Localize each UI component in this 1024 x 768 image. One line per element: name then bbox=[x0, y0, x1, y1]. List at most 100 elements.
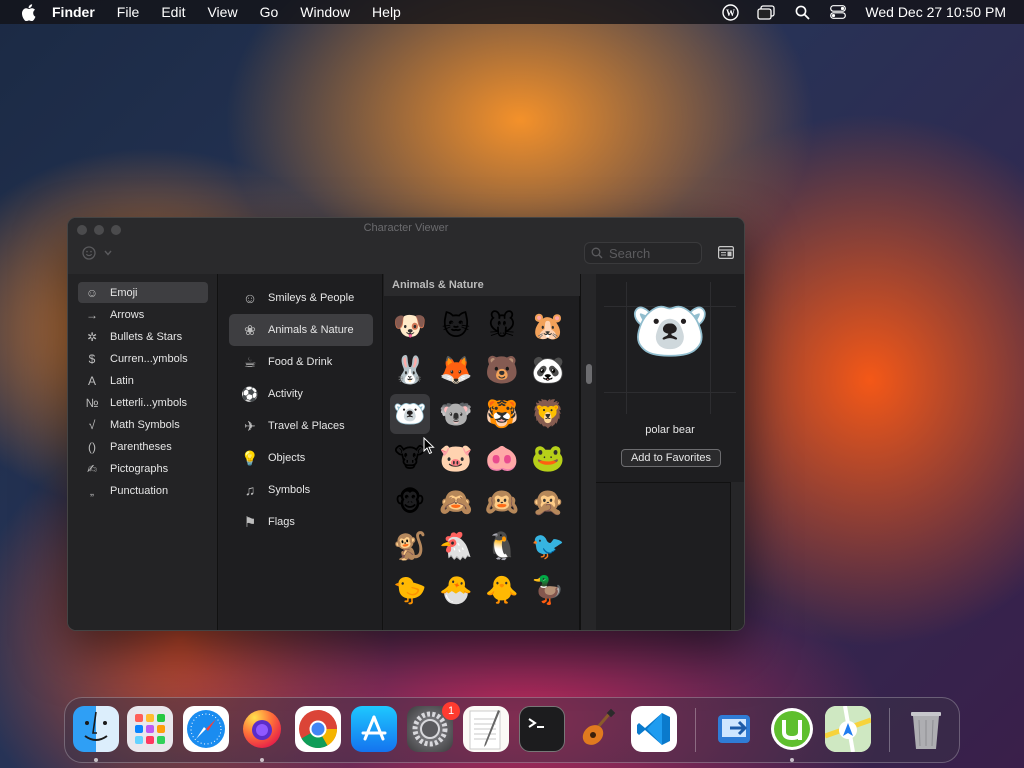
category-label: Emoji bbox=[110, 286, 138, 299]
apple-menu-icon[interactable] bbox=[18, 2, 38, 22]
title-bar: Character Viewer bbox=[68, 218, 744, 274]
menu-bar-clock[interactable]: Wed Dec 27 10:50 PM bbox=[865, 4, 1006, 20]
dock-textedit[interactable] bbox=[463, 706, 509, 752]
dock-firefox[interactable] bbox=[239, 706, 285, 752]
category-letterli-ymbols[interactable]: № Letterli...ymbols bbox=[78, 392, 208, 413]
emoji-cell[interactable]: 🙈 bbox=[436, 482, 476, 522]
dock-migration-assistant[interactable] bbox=[713, 706, 759, 752]
subcategory-icon: ☕ bbox=[243, 353, 257, 370]
scrollbar-thumb[interactable] bbox=[586, 364, 592, 384]
category-parentheses[interactable]: () Parentheses bbox=[78, 436, 208, 457]
notification-badge: 1 bbox=[442, 702, 460, 720]
subcategory-label: Food & Drink bbox=[268, 356, 333, 368]
edit-menu[interactable]: Edit bbox=[161, 4, 185, 20]
category-pictographs[interactable]: ✍ Pictographs bbox=[78, 458, 208, 479]
subcategory-symbols[interactable]: ♫ Symbols bbox=[229, 474, 373, 506]
dock-chrome[interactable] bbox=[295, 706, 341, 752]
finder-menu[interactable]: Finder bbox=[52, 4, 95, 20]
dock-terminal[interactable] bbox=[519, 706, 565, 752]
category-label: Latin bbox=[110, 374, 134, 387]
emoji-cell[interactable]: 🐶 bbox=[390, 306, 430, 346]
emoji-cell[interactable]: 🐤 bbox=[390, 570, 430, 610]
emoji-cell[interactable]: 🐻‍❄️ bbox=[390, 394, 430, 434]
emoji-cell[interactable]: 🦆 bbox=[528, 570, 568, 610]
subcategory-activity[interactable]: ⚽ Activity bbox=[229, 378, 373, 410]
subcategory-label: Activity bbox=[268, 388, 303, 400]
emoji-cell[interactable]: 🐷 bbox=[436, 438, 476, 478]
dock-utorrent[interactable] bbox=[769, 706, 815, 752]
dock-app-store[interactable] bbox=[351, 706, 397, 752]
emoji-cell[interactable]: 🐭 bbox=[482, 306, 522, 346]
emoji-cell[interactable]: 🐽 bbox=[482, 438, 522, 478]
file-menu[interactable]: File bbox=[117, 4, 140, 20]
category-punctuation[interactable]: „ Punctuation bbox=[78, 480, 208, 501]
dock-trash[interactable] bbox=[903, 706, 949, 752]
emoji-cell[interactable]: 🐹 bbox=[528, 306, 568, 346]
subcategory-icon: ☺ bbox=[242, 290, 258, 306]
category-latin[interactable]: A Latin bbox=[78, 370, 208, 391]
category-label: Math Symbols bbox=[110, 418, 180, 431]
search-input[interactable] bbox=[609, 245, 697, 261]
emoji-cell[interactable]: 🐱 bbox=[436, 306, 476, 346]
category-icon: $ bbox=[88, 351, 96, 366]
category-icon: A bbox=[87, 373, 96, 388]
preview-scrollbar[interactable] bbox=[730, 482, 744, 630]
window-menu[interactable]: Window bbox=[300, 4, 350, 20]
subcategory-icon: ⚽ bbox=[241, 385, 259, 402]
emoji-cell[interactable]: 🐯 bbox=[482, 394, 522, 434]
emoji-cell[interactable]: 🙉 bbox=[482, 482, 522, 522]
control-center-icon[interactable] bbox=[829, 3, 847, 21]
view-toggle-icon[interactable] bbox=[718, 246, 735, 260]
subcategory-label: Objects bbox=[268, 452, 306, 464]
subcategory-animals-nature[interactable]: ❀ Animals & Nature bbox=[229, 314, 373, 346]
category-curren-ymbols[interactable]: $ Curren...ymbols bbox=[78, 348, 208, 369]
spotlight-search-icon[interactable] bbox=[793, 3, 811, 21]
emoji-grid-scrollbar[interactable] bbox=[580, 274, 596, 630]
subcategory-icon: ✈ bbox=[244, 417, 256, 434]
subcategory-food-drink[interactable]: ☕ Food & Drink bbox=[229, 346, 373, 378]
category-emoji[interactable]: ☺ Emoji bbox=[78, 282, 208, 303]
dock-maps[interactable] bbox=[825, 706, 871, 752]
category-label: Bullets & Stars bbox=[110, 330, 183, 343]
category-label: Punctuation bbox=[110, 484, 169, 497]
category-math-symbols[interactable]: √ Math Symbols bbox=[78, 414, 208, 435]
add-to-favorites-button[interactable]: Add to Favorites bbox=[621, 449, 721, 467]
character-viewer-window: Character Viewer ☺ Emoji → Arrows ✲ Bullets &… bbox=[67, 217, 745, 631]
dock-garageband[interactable] bbox=[575, 706, 621, 752]
emoji-cell[interactable]: 🙊 bbox=[528, 482, 568, 522]
emoji-cell[interactable]: 🦊 bbox=[436, 350, 476, 390]
subcategory-objects[interactable]: 💡 Objects bbox=[229, 442, 373, 474]
emoji-cell[interactable]: 🐵 bbox=[390, 482, 430, 522]
emoji-cell[interactable]: 🐻 bbox=[482, 350, 522, 390]
emoji-cell[interactable]: 🐣 bbox=[436, 570, 476, 610]
emoji-cell[interactable]: 🐦 bbox=[528, 526, 568, 566]
go-menu[interactable]: Go bbox=[260, 4, 279, 20]
screens-icon[interactable] bbox=[757, 3, 776, 21]
dock-vscode[interactable] bbox=[631, 706, 677, 752]
search-icon bbox=[591, 247, 603, 259]
dock-launchpad[interactable] bbox=[127, 706, 173, 752]
subcategory-travel-places[interactable]: ✈ Travel & Places bbox=[229, 410, 373, 442]
emoji-cell[interactable]: 🐒 bbox=[390, 526, 430, 566]
wordpress-icon[interactable]: W bbox=[721, 3, 739, 21]
emoji-cell[interactable]: 🐸 bbox=[528, 438, 568, 478]
help-menu[interactable]: Help bbox=[372, 4, 401, 20]
emoji-cell[interactable]: 🐥 bbox=[482, 570, 522, 610]
emoji-cell[interactable]: 🐰 bbox=[390, 350, 430, 390]
subcategory-smileys-people[interactable]: ☺ Smileys & People bbox=[229, 282, 373, 314]
emoji-cell[interactable]: 🐨 bbox=[436, 394, 476, 434]
emoji-cell[interactable]: 🐔 bbox=[436, 526, 476, 566]
search-field[interactable] bbox=[584, 242, 702, 264]
category-arrows[interactable]: → Arrows bbox=[78, 304, 208, 325]
emoji-cell[interactable]: 🐧 bbox=[482, 526, 522, 566]
subcategory-icon: ♫ bbox=[244, 482, 256, 498]
category-bullets-stars[interactable]: ✲ Bullets & Stars bbox=[78, 326, 208, 347]
dock-finder[interactable] bbox=[73, 706, 119, 752]
firefox-icon bbox=[243, 710, 281, 748]
dock-safari[interactable] bbox=[183, 706, 229, 752]
emoji-cell[interactable]: 🐼 bbox=[528, 350, 568, 390]
subcategory-flags[interactable]: ⚑ Flags bbox=[229, 506, 373, 538]
emoji-action-menu[interactable] bbox=[82, 246, 112, 260]
view-menu[interactable]: View bbox=[207, 4, 237, 20]
emoji-cell[interactable]: 🦁 bbox=[528, 394, 568, 434]
